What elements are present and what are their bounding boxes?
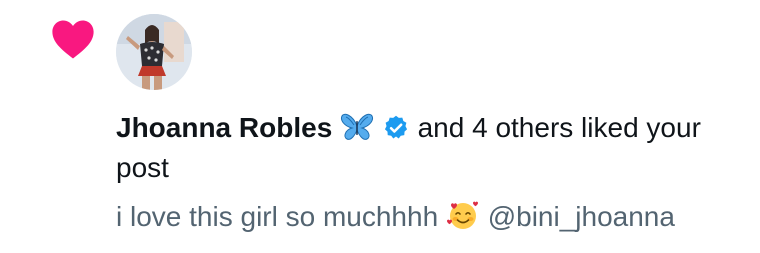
- verified-badge-icon: [384, 115, 407, 139]
- notification-headline: Jhoanna Robles and 4 others liked your p…: [116, 108, 746, 188]
- post-text: i love this girl so muchhhh: [116, 201, 439, 232]
- user-avatar[interactable]: [116, 14, 192, 90]
- heart-icon: [52, 20, 94, 59]
- smiling-face-with-hearts-emoji-icon: [446, 201, 478, 229]
- liker-name[interactable]: Jhoanna Robles: [116, 112, 332, 143]
- butterfly-emoji-icon: [341, 113, 374, 140]
- like-notification[interactable]: Jhoanna Robles and 4 others liked your p…: [0, 0, 760, 253]
- liked-post-preview[interactable]: i love this girl so muchhhh @bini_jhoann…: [116, 197, 746, 237]
- post-mention-link[interactable]: @bini_jhoanna: [488, 201, 675, 232]
